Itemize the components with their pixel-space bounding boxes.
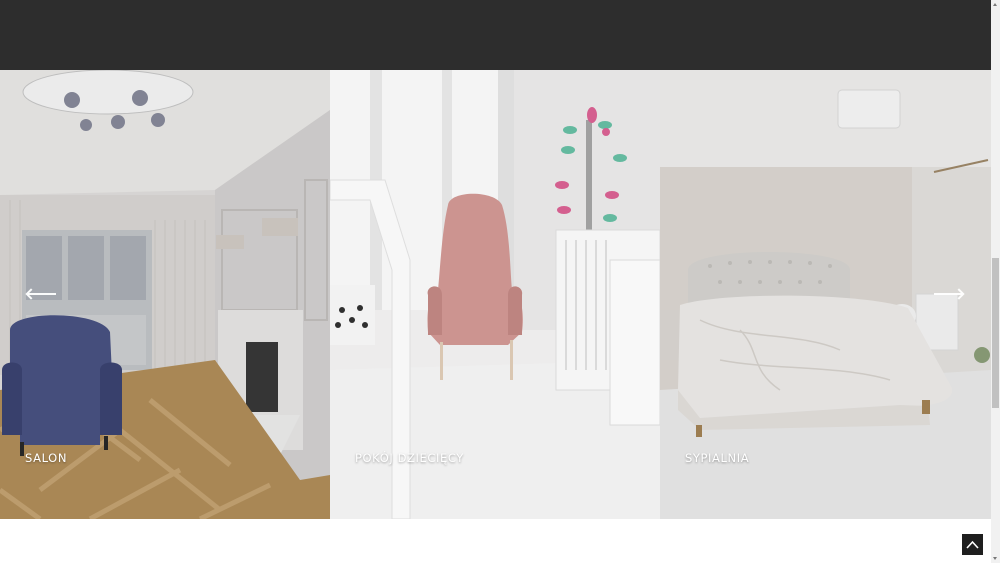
gallery-tile-pokoj-dzieciecy[interactable]: POKÓJ DZIECIĘCY (330, 70, 660, 519)
tile-label-sypialnia: SYPIALNIA (685, 451, 750, 465)
scrollbar-thumb[interactable] (992, 258, 999, 408)
page: SALON POKÓJ DZIECIĘCY SYPIALNIA (0, 0, 1000, 563)
tile-label-pokoj-dzieciecy: POKÓJ DZIECIĘCY (355, 451, 464, 465)
gallery-tile-salon[interactable]: SALON (0, 70, 330, 519)
top-band (0, 0, 991, 70)
arrow-left-icon[interactable] (28, 293, 56, 295)
scroll-down-icon[interactable] (993, 557, 997, 560)
scroll-up-icon[interactable] (993, 3, 997, 6)
room-gallery: SALON POKÓJ DZIECIĘCY SYPIALNIA (0, 70, 991, 519)
gallery-tile-sypialnia[interactable]: SYPIALNIA (660, 70, 991, 519)
page-scrollbar[interactable] (991, 0, 1000, 563)
back-to-top-button[interactable] (962, 534, 983, 555)
arrow-right-icon[interactable] (934, 293, 962, 295)
tile-label-salon: SALON (25, 451, 68, 465)
chevron-up-icon (966, 540, 979, 549)
